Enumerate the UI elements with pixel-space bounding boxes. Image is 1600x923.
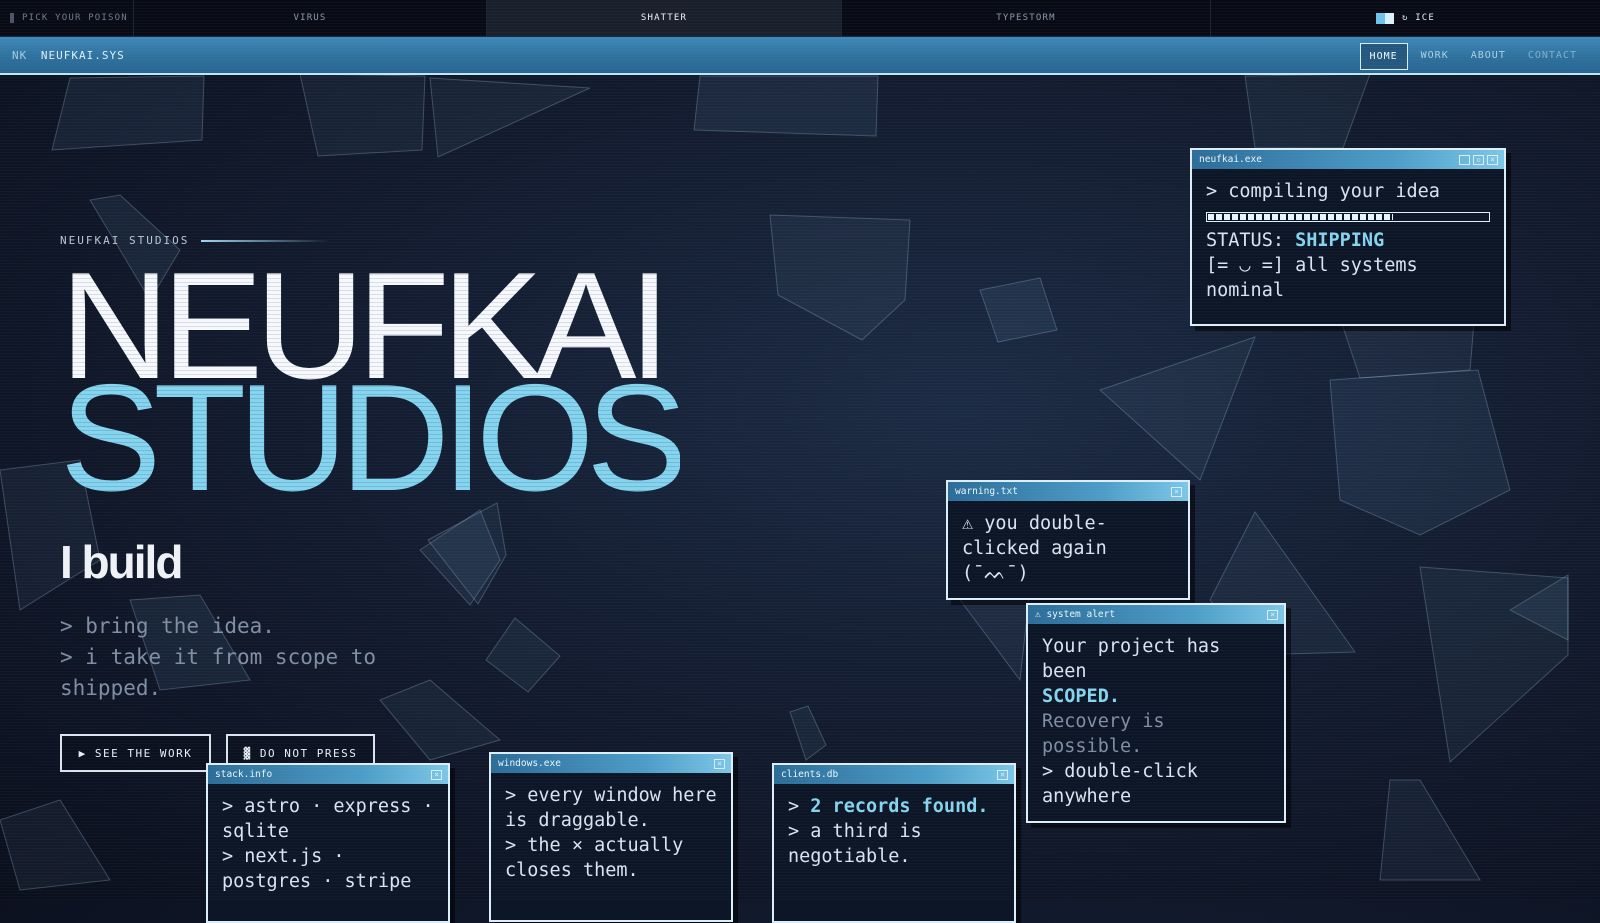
shard-shape: [1329, 369, 1511, 536]
status-label: STATUS:: [1206, 230, 1284, 251]
bar-icon: [10, 13, 14, 23]
minimize-icon[interactable]: [1459, 154, 1470, 165]
shard-shape: [769, 214, 911, 341]
brand-name: NEUFKAI.SYS: [40, 49, 125, 62]
logo: NK: [12, 49, 28, 62]
theme-tab-virus[interactable]: VIRUS: [134, 0, 487, 36]
shard-shape: [1379, 779, 1481, 881]
shard-shape: [299, 73, 426, 157]
warning-text: ⚠ you double-clicked again (¯ᨓ¯): [962, 513, 1107, 584]
shard-shape: [0, 799, 111, 891]
window-windows-exe[interactable]: windows.exe × > every window here is dra…: [489, 752, 733, 922]
eyebrow-line: [201, 239, 332, 242]
pick-label: PICK YOUR POISON: [22, 13, 128, 23]
eyebrow-text: NEUFKAI STUDIOS: [60, 234, 190, 247]
hero-tagline: > bring the idea. > i take it from scope…: [60, 611, 440, 704]
shard-shape: [789, 705, 827, 761]
theme-tab-typestorm[interactable]: TYPESTORM: [842, 0, 1211, 36]
compile-line: > compiling your idea: [1206, 181, 1440, 202]
window-title: clients.db: [781, 769, 839, 780]
shard-shape: [429, 77, 591, 158]
window-stack-info[interactable]: stack.info × > astro · express · sqlite …: [206, 763, 450, 923]
close-icon[interactable]: ×: [1267, 609, 1278, 620]
windows-line: > every window here is draggable.: [505, 785, 717, 831]
close-icon[interactable]: ×: [997, 769, 1008, 780]
alert-recovery: Recovery is possible.: [1042, 711, 1165, 757]
nav-links: HOME WORK ABOUT CONTACT: [1359, 43, 1586, 70]
close-icon[interactable]: ×: [1171, 486, 1182, 497]
theme-tab-shatter[interactable]: SHATTER: [487, 0, 842, 36]
close-icon[interactable]: ×: [431, 769, 442, 780]
systems-line: [= ◡ =] all systems nominal: [1206, 255, 1418, 301]
window-warning[interactable]: warning.txt × ⚠ you double-clicked again…: [946, 480, 1190, 600]
window-titlebar[interactable]: windows.exe ×: [491, 754, 731, 773]
alert-line: Your project has been: [1042, 636, 1221, 682]
clients-line: > a third is negotiable.: [788, 821, 922, 867]
stack-line: > astro · express · sqlite: [222, 796, 434, 842]
nav-bar: NK NEUFKAI.SYS HOME WORK ABOUT CONTACT: [0, 37, 1600, 75]
brand[interactable]: NK NEUFKAI.SYS: [12, 49, 125, 62]
tagline-line: > bring the idea.: [60, 614, 275, 638]
close-icon[interactable]: ×: [714, 758, 725, 769]
shard-shape: [1244, 73, 1371, 149]
window-system-alert[interactable]: ⚠ system alert × Your project has been S…: [1026, 603, 1286, 823]
window-title: warning.txt: [955, 486, 1018, 497]
hero-subtitle: I build: [60, 536, 183, 588]
window-neufkai[interactable]: neufkai.exe ▫ × > compiling your idea ST…: [1190, 148, 1506, 326]
shard-shape: [1099, 336, 1256, 481]
shard-shape: [979, 277, 1058, 343]
window-title: neufkai.exe: [1199, 154, 1262, 165]
shard-shape: [51, 75, 205, 151]
window-title: stack.info: [215, 769, 273, 780]
alert-hint: > double-click anywhere: [1042, 761, 1198, 807]
nav-link-contact[interactable]: CONTACT: [1519, 43, 1586, 70]
progress-fill: [1208, 214, 1393, 220]
alert-scoped: SCOPED.: [1042, 686, 1120, 707]
palette-swatch-icon: [1375, 12, 1394, 24]
status-value: SHIPPING: [1295, 230, 1385, 251]
theme-toggle-ice[interactable]: ↻ ICE: [1211, 0, 1600, 36]
window-title: windows.exe: [498, 758, 561, 769]
window-titlebar[interactable]: clients.db ×: [774, 765, 1014, 784]
window-titlebar[interactable]: neufkai.exe ▫ ×: [1192, 150, 1504, 169]
theme-bar: PICK YOUR POISON VIRUS SHATTER TYPESTORM…: [0, 0, 1600, 37]
see-the-work-button[interactable]: ▶ SEE THE WORK: [60, 734, 211, 772]
window-titlebar[interactable]: warning.txt ×: [948, 482, 1188, 501]
window-titlebar[interactable]: stack.info ×: [208, 765, 448, 784]
progress-bar: [1206, 212, 1490, 222]
theme-picker-label: PICK YOUR POISON: [0, 0, 134, 36]
maximize-icon[interactable]: ▫: [1473, 154, 1484, 165]
ice-label: ↻ ICE: [1401, 13, 1436, 23]
shard-shape: [959, 589, 1031, 682]
nav-link-home[interactable]: HOME: [1359, 43, 1408, 70]
window-clients-db[interactable]: clients.db × > 2 records found. > a thir…: [772, 763, 1016, 923]
window-titlebar[interactable]: ⚠ system alert ×: [1028, 605, 1284, 624]
window-title: ⚠ system alert: [1035, 609, 1116, 620]
nav-link-about[interactable]: ABOUT: [1462, 43, 1515, 70]
nav-link-work[interactable]: WORK: [1412, 43, 1458, 70]
windows-line: > the × actually closes them.: [505, 835, 684, 881]
shard-shape: [485, 617, 561, 693]
hero-title-line2: STUDIOS: [60, 353, 688, 523]
stack-line: > next.js · postgres · stripe: [222, 846, 412, 892]
close-icon[interactable]: ×: [1487, 154, 1498, 165]
eyebrow: NEUFKAI STUDIOS: [60, 234, 332, 247]
clients-records: 2 records found.: [810, 796, 989, 817]
shard-shape: [693, 75, 879, 137]
tagline-line: > i take it from scope to shipped.: [60, 645, 377, 700]
